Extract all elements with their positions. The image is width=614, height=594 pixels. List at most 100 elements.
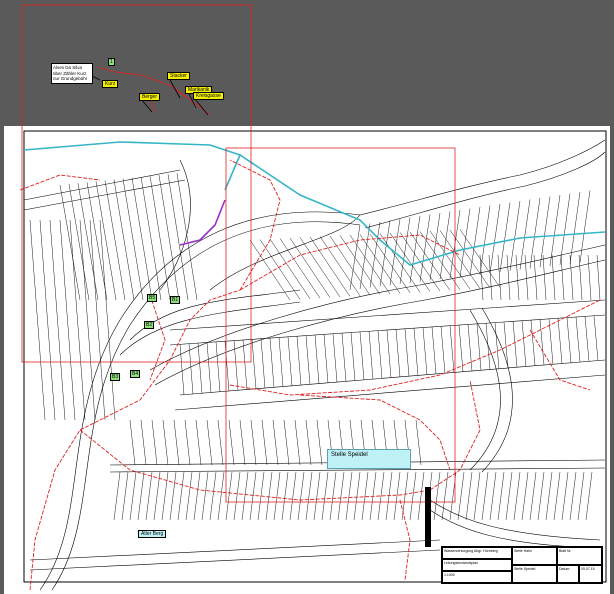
parcel-divider <box>195 419 202 466</box>
tag-hydrant-2[interactable]: B2 <box>144 321 155 329</box>
parcel-divider <box>506 254 511 301</box>
parcel-divider <box>162 419 169 466</box>
tag-hydrant-4[interactable]: B4 <box>130 370 141 378</box>
parcel-lines <box>23 139 606 591</box>
parcel-divider <box>569 191 581 264</box>
parcel-divider <box>395 329 401 378</box>
parcel-divider <box>129 471 137 521</box>
tag-berger[interactable]: Berger <box>139 93 161 101</box>
parcel-divider <box>283 419 290 466</box>
parcel-divider <box>29 219 46 421</box>
parcel-divider <box>129 419 136 466</box>
parcel-divider <box>584 316 590 362</box>
parcel-divider <box>404 328 410 377</box>
parcel-divider <box>575 316 581 363</box>
parcel-divider <box>188 343 194 395</box>
parcel-divider <box>260 338 266 389</box>
parcel-divider <box>305 335 311 385</box>
title-label-a: Stelle Hahn <box>512 547 557 565</box>
parcel-divider <box>499 202 511 273</box>
parcel-divider <box>489 471 497 521</box>
parcel-divider <box>557 318 563 364</box>
title-block: Wasserversorgung Abgr. Hornberg Leitungs… <box>441 546 603 584</box>
parcel-divider <box>529 197 541 269</box>
callout-stelle-speidel[interactable]: Stelle Speidel <box>327 449 411 469</box>
parcel-divider <box>184 419 191 466</box>
title-scale: 1:1000 <box>442 571 512 583</box>
parcel-divider <box>386 330 392 378</box>
parcel-divider <box>529 471 537 521</box>
parcel-divider <box>321 471 329 521</box>
tag-hydrant-1[interactable]: B1 <box>170 296 181 304</box>
parcel-divider <box>289 471 297 521</box>
parcel-divider <box>79 219 96 421</box>
parcel-divider <box>509 200 521 271</box>
parcel-divider <box>458 325 464 372</box>
parcel-divider <box>217 419 224 466</box>
parcel-divider <box>465 471 473 521</box>
parcel-divider <box>215 341 221 393</box>
parcel-divider <box>296 336 302 386</box>
parcel-divider <box>241 471 249 521</box>
parcel-divider <box>339 235 381 295</box>
tag-hydrant-5[interactable]: B5 <box>147 294 158 302</box>
map-viewport[interactable]: Alves Da Silva über Zähler Kurz nur Grun… <box>0 0 614 594</box>
callout-alter-berg[interactable]: Alter Berg <box>138 530 167 538</box>
parcel-divider <box>250 419 257 466</box>
parcel-divider <box>233 471 241 521</box>
parcel-divider <box>305 471 313 521</box>
parcel-divider <box>137 471 145 521</box>
parcel-divider <box>457 471 465 521</box>
parcel-divider <box>513 471 521 521</box>
parcel-divider <box>225 471 233 521</box>
tag-stacker[interactable]: Stacker <box>167 72 190 80</box>
plan-map[interactable] <box>0 0 614 594</box>
parcel-divider <box>169 471 177 521</box>
parcel-divider <box>149 175 171 301</box>
parcel-divider <box>329 235 371 296</box>
parcel-divider <box>193 471 201 521</box>
map-legend-bar <box>425 487 431 547</box>
parcel-divider <box>399 217 411 285</box>
parcel-divider <box>249 239 291 301</box>
parcel-divider <box>353 471 361 521</box>
parcel-divider <box>59 184 81 301</box>
parcel-divider <box>294 419 301 466</box>
parcel-divider <box>569 471 577 521</box>
parcel-divider <box>413 328 419 376</box>
parcel-divider <box>585 471 593 521</box>
parcel-divider <box>433 471 441 521</box>
parcel-divider <box>173 419 180 466</box>
title-label-b: Stelle Speidel <box>512 565 557 583</box>
note-line-3: nur Grundgebühr <box>53 76 88 81</box>
parcel-divider <box>332 333 338 383</box>
parcel-divider <box>323 334 329 384</box>
parcel-divider <box>140 419 147 466</box>
parcel-divider <box>417 471 425 521</box>
tag-kurz[interactable]: Kurz <box>102 80 119 88</box>
parcel-divider <box>524 254 529 301</box>
tag-kreisgasse[interactable]: Kreisgasse <box>193 92 224 100</box>
parcel-divider <box>537 471 545 521</box>
parcel-divider <box>131 177 153 301</box>
viewport-frame-top <box>21 4 252 363</box>
purple-pipe-segment <box>179 199 226 246</box>
parcel-divider <box>415 419 422 466</box>
parcel-divider <box>539 196 551 268</box>
parcel-divider <box>440 326 446 374</box>
parcel-divider <box>545 471 553 521</box>
parcel-divider <box>350 332 356 381</box>
parcel-divider <box>368 331 374 380</box>
parcel-divider <box>265 471 273 521</box>
parcel-divider <box>242 339 248 390</box>
parcel-divider <box>481 471 489 521</box>
tag-marker-green[interactable]: 1 <box>108 58 115 66</box>
parcel-divider <box>361 471 369 521</box>
parcel-divider <box>578 254 583 301</box>
parcel-divider <box>593 315 599 361</box>
tag-hydrant-3[interactable]: B3 <box>110 373 121 381</box>
parcel-divider <box>39 219 56 421</box>
parcel-divider <box>359 331 365 381</box>
parcel-divider <box>113 471 121 521</box>
parcel-divider <box>177 471 185 521</box>
